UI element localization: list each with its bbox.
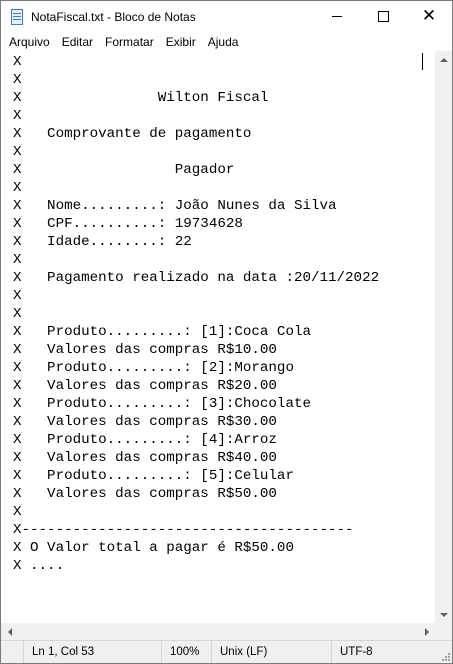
menu-arquivo[interactable]: Arquivo	[5, 35, 54, 49]
scroll-up-button[interactable]	[435, 51, 452, 68]
menu-editar[interactable]: Editar	[58, 35, 97, 49]
chevron-right-icon	[424, 627, 429, 636]
title-bar[interactable]: NotaFiscal.txt - Bloco de Notas ✕	[1, 1, 452, 32]
vertical-scrollbar[interactable]	[435, 51, 452, 623]
editor-line: X	[13, 306, 22, 322]
minimize-button[interactable]	[314, 1, 360, 32]
encoding: UTF-8	[331, 641, 435, 663]
notepad-icon	[9, 8, 25, 25]
menu-bar: Arquivo Editar Formatar Exibir Ajuda	[1, 32, 452, 51]
editor-line: X	[13, 144, 22, 160]
editor-line: X	[13, 504, 22, 520]
editor-line: X Nome.........: João Nunes da Silva	[13, 198, 337, 214]
editor-line: X Valores das compras R$40.00	[13, 450, 277, 466]
window-title: NotaFiscal.txt - Bloco de Notas	[31, 9, 196, 24]
editor-line: X Produto.........: [5]:Celular	[13, 468, 294, 484]
editor-content[interactable]: X X X Wilton Fiscal X X Comprovante de p…	[13, 53, 379, 575]
chevron-up-icon	[439, 57, 448, 62]
editor-line: X Valores das compras R$20.00	[13, 378, 277, 394]
editor-line: X Valores das compras R$30.00	[13, 414, 277, 430]
editor-line: X Produto.........: [2]:Morango	[13, 360, 294, 376]
scrollbar-corner	[435, 623, 452, 640]
editor-line: X CPF..........: 19734628	[13, 216, 243, 232]
text-caret	[422, 53, 423, 70]
menu-formatar[interactable]: Formatar	[101, 35, 158, 49]
horizontal-scrollbar[interactable]	[1, 623, 435, 640]
menu-ajuda[interactable]: Ajuda	[204, 35, 243, 49]
editor-line: X	[13, 252, 22, 268]
chevron-left-icon	[7, 627, 12, 636]
maximize-icon	[377, 11, 389, 22]
editor-line: X Comprovante de pagamento	[13, 126, 252, 142]
minimize-icon	[332, 16, 342, 17]
editor-line: X O Valor total a pagar é R$50.00	[13, 540, 294, 556]
editor-line: X ....	[13, 558, 65, 574]
editor-line: X	[13, 288, 22, 304]
editor-line: X Wilton Fiscal	[13, 90, 269, 106]
resize-grip-icon[interactable]	[440, 651, 450, 661]
editor-line: X Produto.........: [3]:Chocolate	[13, 396, 311, 412]
zoom-level: 100%	[161, 641, 211, 663]
editor-line: X	[13, 108, 22, 124]
close-icon: ✕	[421, 6, 437, 26]
editor-line: X Produto.........: [1]:Coca Cola	[13, 324, 311, 340]
editor-line: X---------------------------------------	[13, 522, 354, 538]
menu-exibir[interactable]: Exibir	[162, 35, 200, 49]
line-ending: Unix (LF)	[211, 641, 331, 663]
editor-line: X Pagador	[13, 162, 235, 178]
editor-line: X	[13, 54, 22, 70]
status-bar: Ln 1, Col 53 100% Unix (LF) UTF-8	[1, 640, 452, 663]
maximize-button[interactable]	[360, 1, 406, 32]
chevron-down-icon	[439, 612, 448, 617]
editor-line: X Idade........: 22	[13, 234, 192, 250]
editor-line: X Produto.........: [4]:Arroz	[13, 432, 277, 448]
editor-line: X Valores das compras R$10.00	[13, 342, 277, 358]
editor-line: X	[13, 180, 22, 196]
notepad-window: NotaFiscal.txt - Bloco de Notas ✕ Arquiv…	[0, 0, 453, 664]
editor-line: X Valores das compras R$50.00	[13, 486, 277, 502]
scroll-right-button[interactable]	[418, 623, 435, 640]
scroll-down-button[interactable]	[435, 606, 452, 623]
close-button[interactable]: ✕	[406, 1, 452, 32]
editor-line: X Pagamento realizado na data :20/11/202…	[13, 270, 380, 286]
cursor-position: Ln 1, Col 53	[23, 641, 161, 663]
text-editor[interactable]: X X X Wilton Fiscal X X Comprovante de p…	[1, 51, 435, 623]
editor-line: X	[13, 72, 22, 88]
scroll-left-button[interactable]	[1, 623, 18, 640]
